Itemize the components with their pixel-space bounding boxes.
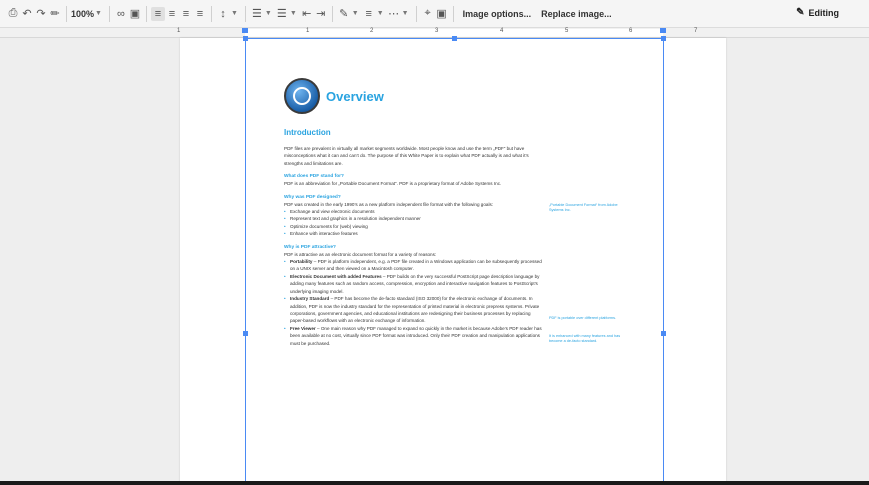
selected-image-frame[interactable] <box>245 38 664 485</box>
align-right-icon[interactable]: ≡ <box>179 7 193 21</box>
numbered-list-icon: ☰ <box>251 8 262 20</box>
align-justify-icon[interactable]: ≡ <box>193 7 207 21</box>
increase-indent-icon[interactable]: ⇥ <box>314 7 328 21</box>
link-icon[interactable]: ∞ <box>114 7 128 21</box>
line-weight-icon: ≡ <box>365 7 372 20</box>
zoom-select[interactable]: 100% ▼ <box>71 4 102 24</box>
chevron-down-icon: ▼ <box>289 10 297 17</box>
ruler-number: 4 <box>500 28 504 34</box>
left-indent-marker[interactable] <box>242 28 248 33</box>
ruler-number: 6 <box>629 28 633 34</box>
ruler-number: 5 <box>565 28 569 34</box>
toolbar-divider <box>210 5 212 22</box>
resize-handle-right[interactable] <box>661 331 666 336</box>
bulleted-list-button[interactable]: ☰ ▼ <box>275 4 297 24</box>
zoom-value: 100% <box>71 8 95 19</box>
border-weight-button[interactable]: ≡ ▼ <box>362 4 384 24</box>
editing-label: Editing <box>808 7 840 18</box>
ruler-number: 2 <box>370 28 374 34</box>
undo-icon[interactable]: ↶ <box>20 7 34 21</box>
ruler-number: 3 <box>435 28 439 34</box>
toolbar-divider <box>415 5 417 22</box>
bottom-edge <box>0 481 869 485</box>
print-icon[interactable]: ⎙ <box>6 7 20 21</box>
chevron-down-icon: ▼ <box>264 10 272 17</box>
mask-image-icon[interactable]: ▣ <box>435 7 449 21</box>
chevron-down-icon: ▼ <box>376 10 384 17</box>
bulleted-list-icon: ☰ <box>276 8 287 20</box>
resize-handle-top[interactable] <box>452 36 457 41</box>
chevron-down-icon: ▼ <box>230 10 238 17</box>
resize-handle-top-left[interactable] <box>243 36 248 41</box>
chevron-down-icon: ▼ <box>351 10 359 17</box>
toolbar-divider <box>108 5 110 22</box>
replace-image-button[interactable]: Replace image... <box>536 9 617 19</box>
right-indent-marker[interactable] <box>660 28 666 33</box>
line-dash-icon: ⋯ <box>388 8 400 20</box>
border-dash-button[interactable]: ⋯ ▼ <box>387 4 409 24</box>
border-color-button[interactable]: ✎ ▼ <box>337 4 359 24</box>
align-center-icon[interactable]: ≡ <box>165 7 179 21</box>
toolbar-divider <box>66 5 67 22</box>
line-spacing-icon: ↕ <box>220 7 226 20</box>
ruler-number: 1 <box>177 28 181 34</box>
ruler: 1 1 2 3 4 5 6 7 <box>0 28 869 38</box>
toolbar-divider <box>452 5 454 22</box>
chevron-down-icon: ▼ <box>401 10 409 17</box>
toolbar-divider <box>331 5 333 22</box>
paint-format-icon[interactable]: ✏ <box>48 7 62 21</box>
image-options-button[interactable]: Image options... <box>458 9 537 19</box>
chevron-down-icon: ▼ <box>95 10 102 17</box>
ruler-number: 7 <box>694 28 698 34</box>
comment-icon[interactable]: ▣ <box>128 7 142 21</box>
decrease-indent-icon[interactable]: ⇤ <box>300 7 314 21</box>
redo-icon[interactable]: ↷ <box>34 7 48 21</box>
resize-handle-left[interactable] <box>243 331 248 336</box>
toolbar: ⎙ ↶ ↷ ✏ 100% ▼ ∞ ▣ ≡ ≡ ≡ ≡ ↕ ▼ ☰ ▼ ☰ ▼ ⇤ ⇥ ✎… <box>0 0 869 28</box>
pencil-icon: ✎ <box>339 8 349 20</box>
numbered-list-button[interactable]: ☰ ▼ <box>250 4 272 24</box>
toolbar-divider <box>145 5 147 22</box>
align-left-icon[interactable]: ≡ <box>150 6 165 21</box>
line-spacing-button[interactable]: ↕ ▼ <box>216 4 238 24</box>
crop-icon[interactable]: ⌖ <box>421 7 435 21</box>
ruler-number: 1 <box>306 28 310 34</box>
toolbar-divider <box>244 5 246 22</box>
pencil-icon: ✎ <box>796 7 805 18</box>
resize-handle-top-right[interactable] <box>661 36 666 41</box>
editing-mode-button[interactable]: ✎ Editing <box>796 7 839 18</box>
